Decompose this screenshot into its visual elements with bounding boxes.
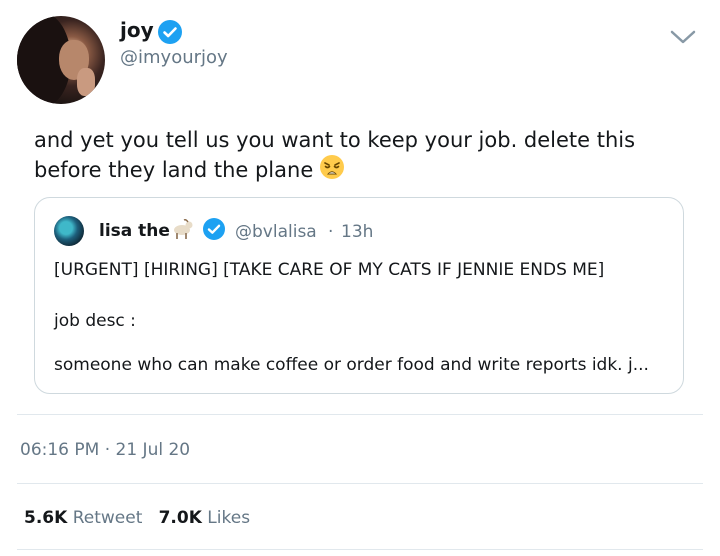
tweet-text-line: and yet you tell us you want to keep you… [34,128,636,152]
quoted-author-handle[interactable]: @bvlalisa [235,221,317,243]
verified-badge-icon [203,218,225,240]
tweet-timestamp[interactable]: 06:16 PM · 21 Jul 20 [20,439,190,461]
goat-emoji-icon [170,218,194,246]
likes-stat[interactable]: 7.0K Likes [159,507,250,529]
quoted-text-line: [URGENT] [HIRING] [TAKE CARE OF MY CATS … [54,260,605,280]
weary-face-emoji-icon [319,154,345,187]
quoted-time[interactable]: 13h [341,221,373,243]
author-avatar[interactable] [17,16,105,104]
chevron-down-icon[interactable] [670,27,696,47]
verified-badge-icon [158,20,182,44]
quoted-author-avatar[interactable] [54,216,84,246]
author-handle[interactable]: @imyourjoy [120,47,228,69]
tweet-text: and yet you tell us you want to keep you… [34,126,674,187]
tweet-text-line-content: before they land the plane [34,158,314,182]
retweets-label: Retweet [72,508,143,528]
likes-label: Likes [207,508,251,528]
tweet-stats: 5.6K Retweet 7.0K Likes [24,507,250,529]
divider [17,414,703,415]
quoted-author-name[interactable]: lisa the [99,220,170,242]
separator-dot: · [328,222,334,242]
retweets-stat[interactable]: 5.6K Retweet [24,507,142,529]
quoted-tweet-card[interactable]: lisa the @bvlalisa · 13h [URGENT] [HIRIN… [34,197,684,394]
author-name[interactable]: joy [120,18,154,42]
quoted-text-line: job desc : [54,311,136,331]
quoted-text-line: someone who can make coffee or order foo… [54,355,649,375]
retweets-count: 5.6K [24,508,68,528]
tweet-text-line: before they land the plane [34,154,674,187]
likes-count: 7.0K [158,508,202,528]
divider [17,549,703,550]
divider [17,483,703,484]
